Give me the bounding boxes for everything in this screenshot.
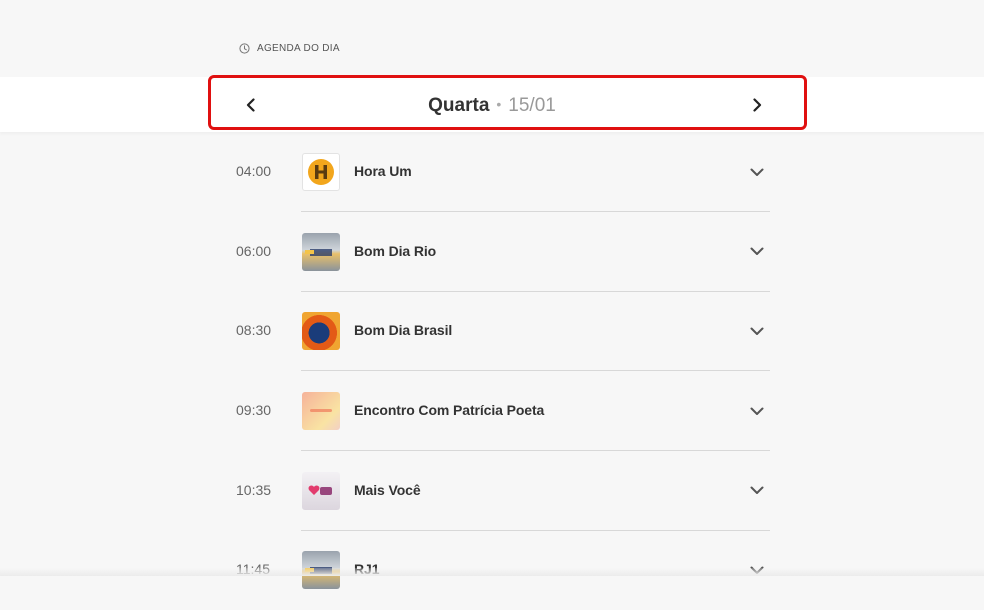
agenda-label: AGENDA DO DIA (257, 43, 340, 54)
schedule-item[interactable]: 04:00 Hora Um (0, 132, 984, 212)
schedule-item[interactable]: 08:30 Bom Dia Brasil (0, 291, 984, 372)
agenda-header: AGENDA DO DIA (239, 43, 340, 54)
chevron-down-icon[interactable] (748, 243, 766, 261)
chevron-down-icon[interactable] (748, 322, 766, 340)
bottom-fade (0, 568, 984, 576)
schedule-time: 06:00 (236, 242, 272, 259)
schedule-title: Hora Um (354, 163, 412, 179)
schedule-item[interactable]: 06:00 Bom Dia Rio (0, 212, 984, 292)
schedule-time: 08:30 (236, 322, 272, 339)
clock-icon (239, 43, 250, 54)
rj-logo (302, 232, 340, 271)
schedule-time: 04:00 (236, 163, 272, 179)
chevron-down-icon[interactable] (748, 163, 766, 181)
schedule-item[interactable]: 10:35 Mais Você (0, 451, 984, 531)
schedule-title: Bom Dia Brasil (354, 322, 453, 339)
schedule-item[interactable]: 09:30 Encontro Com Patrícia Poeta (0, 371, 984, 452)
hora-um-logo (302, 153, 340, 191)
schedule-title: Mais Você (354, 481, 421, 498)
chevron-down-icon[interactable] (748, 402, 766, 420)
schedule-time: 10:35 (236, 481, 272, 498)
highlight-box (208, 75, 807, 130)
schedule-title: Bom Dia Rio (354, 242, 437, 259)
schedule-time: 09:30 (236, 402, 272, 419)
mais-voce-logo (302, 471, 340, 510)
encontro-logo (302, 392, 340, 431)
schedule-list: 04:00 Hora Um 06:00 Bom Dia Rio 08:30 Bo… (0, 132, 984, 610)
chevron-down-icon[interactable] (748, 482, 766, 500)
schedule-title: Encontro Com Patrícia Poeta (354, 402, 545, 419)
bom-dia-brasil-logo (302, 312, 340, 351)
